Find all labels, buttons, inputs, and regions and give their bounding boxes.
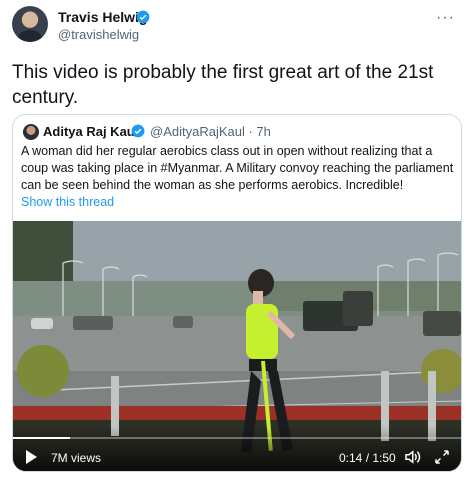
author-avatar[interactable] <box>12 6 48 42</box>
video-progress-fill <box>13 437 70 439</box>
fullscreen-icon[interactable] <box>433 448 451 466</box>
video-progress-bar[interactable] <box>13 437 461 439</box>
quote-avatar[interactable] <box>23 124 39 140</box>
video-player[interactable]: 7M views 0:14 / 1:50 <box>13 221 461 471</box>
video-frame <box>13 221 461 471</box>
quote-verified-icon <box>131 124 145 138</box>
author-handle[interactable]: @travishelwig <box>58 27 139 42</box>
view-count: 7M views <box>51 451 102 465</box>
quote-text: A woman did her regular aerobics class o… <box>21 144 454 192</box>
quote-author-handle[interactable]: @AdityaRajKaul · 7h <box>150 124 271 139</box>
quote-author-name[interactable]: Aditya Raj Kaul <box>43 124 138 139</box>
video-time: 0:14 / 1:50 <box>339 451 396 465</box>
quoted-tweet[interactable]: Aditya Raj Kaul @AdityaRajKaul · 7h A wo… <box>12 114 462 472</box>
show-thread-link[interactable]: Show this thread <box>21 195 114 209</box>
more-menu[interactable]: ··· <box>436 9 455 27</box>
play-icon[interactable] <box>26 450 37 464</box>
volume-icon[interactable] <box>403 448 421 466</box>
tweet-text: This video is probably the first great a… <box>12 62 434 108</box>
verified-icon <box>136 10 150 24</box>
author-name[interactable]: Travis Helwig <box>58 9 147 25</box>
